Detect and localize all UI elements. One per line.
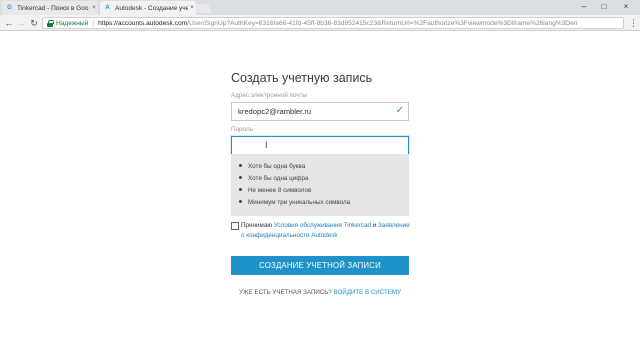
minimize-button[interactable]: –	[576, 1, 592, 13]
email-value: kredopc2@rambler.ru	[238, 107, 312, 116]
tab-bar: G Tinkercad - Поиск в Goo × A Autodesk -…	[0, 0, 640, 15]
password-field[interactable]: I	[231, 136, 409, 155]
browser-toolbar: ← → ↻ Надежный | https://accounts.autode…	[0, 15, 640, 31]
tab-google-search[interactable]: G Tinkercad - Поиск в Goo ×	[2, 1, 98, 15]
tab-label: Tinkercad - Поиск в Goo	[17, 4, 89, 12]
address-bar[interactable]: Надежный | https://accounts.autodesk.com…	[42, 17, 624, 29]
requirement-item: Хотя бы одна буква	[239, 163, 305, 170]
email-field[interactable]: kredopc2@rambler.ru ✓	[231, 102, 409, 121]
page-content: Создать учетную запись Адрес электронной…	[0, 32, 640, 360]
google-favicon-icon: G	[7, 5, 12, 11]
tab-close-icon[interactable]: ×	[90, 5, 98, 11]
autodesk-favicon-icon: A	[105, 5, 110, 11]
terms-prefix: Принимаю	[241, 222, 274, 229]
close-window-button[interactable]: ×	[618, 1, 634, 13]
url-path: /User/SignUp?AuthKey=6316fa66-41fd-45ff-…	[187, 19, 578, 27]
tab-autodesk-signup[interactable]: A Autodesk - Создание уче ×	[100, 1, 196, 15]
email-label: Адрес электронной почты	[231, 92, 307, 99]
address-separator: |	[92, 19, 95, 27]
forward-arrow-icon[interactable]: →	[15, 17, 27, 29]
terms-text: Принимаю Условия обслуживания Tinkercad …	[241, 221, 411, 241]
url-host: https://accounts.autodesk.com	[98, 19, 188, 27]
password-label: Пароль	[231, 126, 253, 133]
requirement-item: Минимум три уникальных символа	[239, 199, 350, 206]
have-account-text: УЖЕ ЕСТЬ УЧЕТНАЯ ЗАПИСЬ?	[238, 289, 332, 296]
maximize-button[interactable]: □	[596, 1, 612, 13]
page-title: Создать учетную запись	[231, 71, 373, 85]
reload-icon[interactable]: ↻	[28, 17, 40, 29]
back-arrow-icon[interactable]: ←	[3, 17, 15, 29]
lock-icon	[47, 19, 54, 27]
terms-of-service-link[interactable]: Условия обслуживания Tinkercad	[274, 222, 371, 229]
bullet-icon	[239, 188, 242, 191]
requirement-text: Минимум три уникальных символа	[248, 199, 351, 206]
requirement-text: Не менее 8 символов	[248, 187, 312, 194]
sign-in-link[interactable]: ВОЙДИТЕ В СИСТЕМУ	[334, 289, 401, 296]
bullet-icon	[239, 176, 242, 179]
password-requirements: Хотя бы одна буква Хотя бы одна цифра Не…	[231, 154, 409, 216]
sign-in-prompt: УЖЕ ЕСТЬ УЧЕТНАЯ ЗАПИСЬ? ВОЙДИТЕ В СИСТЕ…	[0, 289, 640, 296]
new-tab-button[interactable]	[194, 4, 212, 13]
bullet-icon	[239, 164, 242, 167]
accept-terms-checkbox[interactable]	[231, 222, 239, 230]
bullet-icon	[239, 200, 242, 203]
terms-and: и	[371, 222, 379, 229]
requirement-item: Не менее 8 символов	[239, 187, 311, 194]
requirement-text: Хотя бы одна цифра	[248, 175, 309, 182]
text-cursor-icon: I	[265, 140, 268, 150]
requirement-item: Хотя бы одна цифра	[239, 175, 309, 182]
browser-menu-icon[interactable]: ⋮	[629, 17, 638, 29]
secure-label: Надежный	[56, 19, 89, 27]
valid-check-icon: ✓	[395, 105, 404, 116]
create-account-button[interactable]: СОЗДАНИЕ УЧЕТНОЙ ЗАПИСИ	[231, 256, 409, 275]
requirement-text: Хотя бы одна буква	[248, 163, 306, 170]
tab-label: Autodesk - Создание уче	[115, 4, 188, 12]
